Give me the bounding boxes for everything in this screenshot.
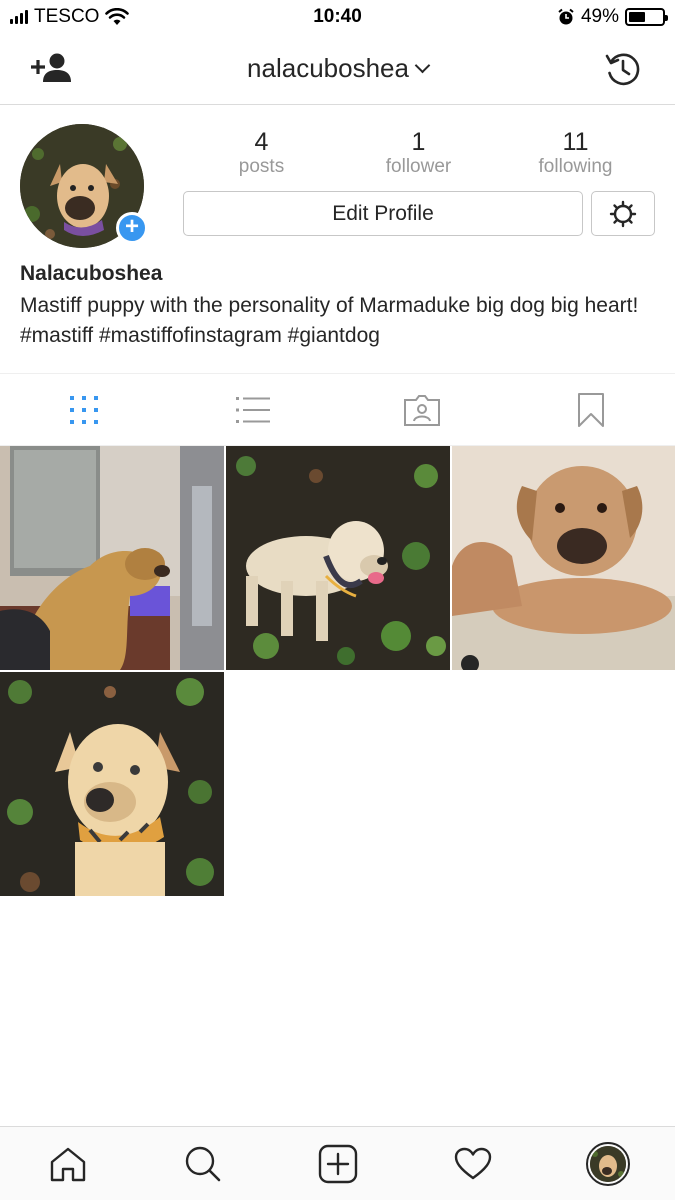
plus-square-icon xyxy=(318,1144,357,1183)
list-icon xyxy=(236,396,271,423)
profile-bio: Mastiff puppy with the personality of Ma… xyxy=(20,294,639,347)
grid-icon xyxy=(70,395,99,424)
nav-search[interactable] xyxy=(135,1127,270,1200)
post-image-dog-leaves xyxy=(226,446,450,670)
battery-percent: 49% xyxy=(580,6,619,27)
profile-tabs xyxy=(0,373,675,446)
post-thumbnail[interactable] xyxy=(0,672,224,896)
search-icon xyxy=(185,1146,220,1181)
username-label: nalacuboshea xyxy=(247,53,409,83)
alarm-icon xyxy=(558,8,574,25)
stat-posts[interactable]: 4 posts xyxy=(183,128,340,178)
nav-profile[interactable] xyxy=(540,1127,675,1200)
tab-tagged[interactable] xyxy=(338,374,507,445)
avatar-thumb xyxy=(589,1145,626,1182)
battery-icon xyxy=(625,8,668,26)
followers-label: follower xyxy=(385,156,452,177)
username-switcher[interactable]: nalacuboshea xyxy=(0,53,675,84)
post-thumbnail[interactable] xyxy=(452,446,675,670)
add-story-icon[interactable]: + xyxy=(116,212,148,244)
post-image-dog-bandana xyxy=(0,672,224,896)
status-bar: TESCO 10:40 49% xyxy=(0,0,675,34)
following-label: following xyxy=(538,156,613,177)
nav-home[interactable] xyxy=(0,1127,135,1200)
tab-list-view[interactable] xyxy=(169,374,338,445)
home-icon xyxy=(50,1147,85,1181)
followers-count: 1 xyxy=(411,128,426,156)
gear-icon xyxy=(609,200,637,227)
stat-followers[interactable]: 1 follower xyxy=(340,128,497,178)
posts-count: 4 xyxy=(254,128,269,156)
heart-icon xyxy=(454,1147,491,1179)
bottom-nav xyxy=(0,1126,675,1200)
status-right: 49% xyxy=(557,6,668,28)
bookmark-icon xyxy=(577,392,604,427)
tagged-photo-icon xyxy=(403,394,440,426)
nav-activity[interactable] xyxy=(405,1127,540,1200)
mini-avatar-image xyxy=(589,1145,626,1182)
chevron-down-icon xyxy=(414,57,431,74)
post-image-dog-window xyxy=(0,446,224,670)
tab-grid-view[interactable] xyxy=(0,374,169,445)
post-thumbnail[interactable] xyxy=(0,446,224,670)
profile-stats: 4 posts 1 follower 11 following xyxy=(183,128,655,178)
history-clock-icon[interactable] xyxy=(605,51,641,87)
profile-header-bar: nalacuboshea xyxy=(0,34,675,105)
post-thumbnail[interactable] xyxy=(226,446,450,670)
settings-button[interactable] xyxy=(591,191,655,236)
edit-profile-button[interactable]: Edit Profile xyxy=(183,191,583,236)
profile-avatar[interactable]: + xyxy=(20,124,148,248)
posts-label: posts xyxy=(238,156,285,177)
post-image-puppy-carpet xyxy=(452,446,675,670)
profile-name: Nalacuboshea xyxy=(20,262,163,285)
tab-saved[interactable] xyxy=(506,374,675,445)
following-count: 11 xyxy=(562,128,589,156)
avatar-icon xyxy=(585,1141,630,1186)
battery-fill xyxy=(629,12,645,22)
nav-new-post[interactable] xyxy=(270,1127,405,1200)
stat-following[interactable]: 11 following xyxy=(497,128,654,178)
